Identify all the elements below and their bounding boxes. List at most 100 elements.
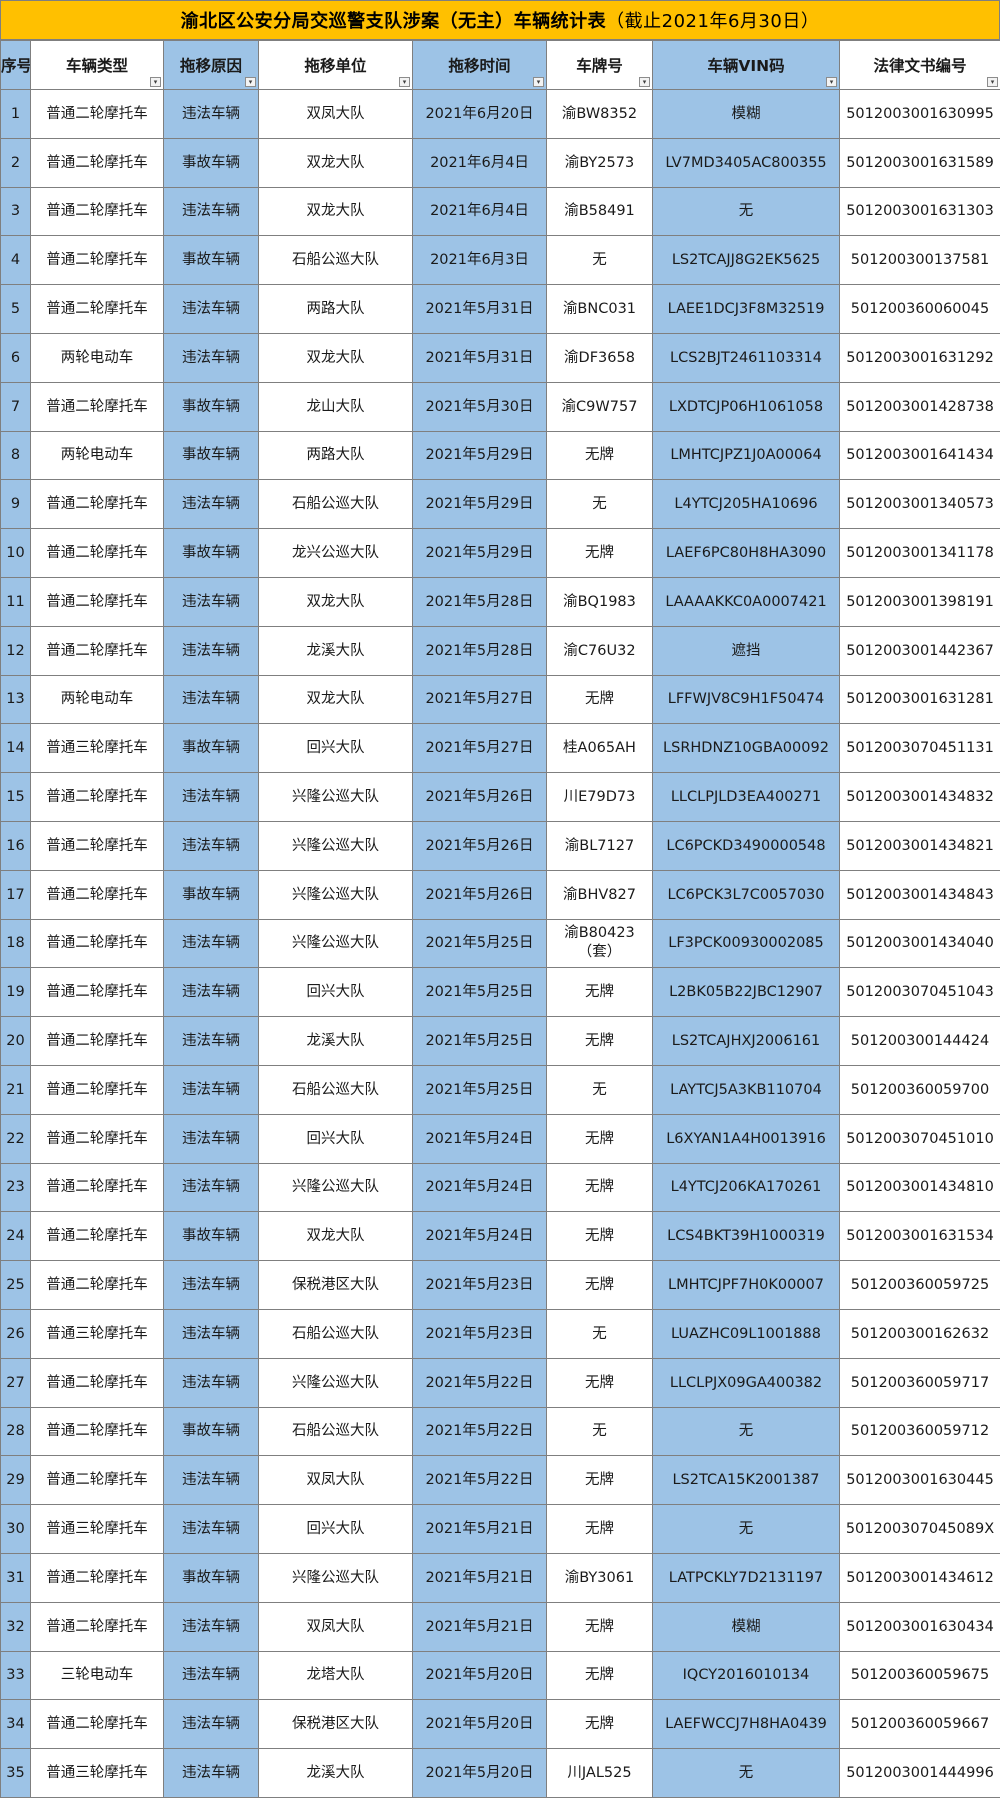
cell-vehicle-type[interactable]: 普通三轮摩托车 (31, 1309, 164, 1358)
cell-index[interactable]: 11 (1, 577, 31, 626)
cell-vin[interactable]: L6XYAN1A4H0013916 (653, 1114, 840, 1163)
cell-vin[interactable]: 无 (653, 1407, 840, 1456)
cell-vin[interactable]: L4YTCJ205HA10696 (653, 480, 840, 529)
cell-plate[interactable]: 川E79D73 (547, 773, 653, 822)
cell-tow-reason[interactable]: 事故车辆 (164, 138, 259, 187)
cell-tow-reason[interactable]: 违法车辆 (164, 1017, 259, 1066)
cell-vehicle-type[interactable]: 两轮电动车 (31, 431, 164, 480)
cell-tow-unit[interactable]: 双龙大队 (259, 187, 413, 236)
cell-vehicle-type[interactable]: 普通二轮摩托车 (31, 285, 164, 334)
cell-tow-unit[interactable]: 石船公巡大队 (259, 1407, 413, 1456)
filter-dropdown-icon[interactable]: ▾ (150, 77, 161, 87)
cell-tow-unit[interactable]: 龙塔大队 (259, 1651, 413, 1700)
cell-tow-reason[interactable]: 违法车辆 (164, 285, 259, 334)
cell-doc-number[interactable]: 5012003001434810 (840, 1163, 1000, 1212)
cell-vin[interactable]: LAYTCJ5A3KB110704 (653, 1065, 840, 1114)
cell-plate[interactable]: 无 (547, 1309, 653, 1358)
cell-tow-unit[interactable]: 两路大队 (259, 431, 413, 480)
cell-tow-date[interactable]: 2021年5月21日 (413, 1602, 547, 1651)
cell-tow-date[interactable]: 2021年5月26日 (413, 773, 547, 822)
cell-tow-reason[interactable]: 违法车辆 (164, 626, 259, 675)
cell-doc-number[interactable]: 5012003070451010 (840, 1114, 1000, 1163)
cell-index[interactable]: 12 (1, 626, 31, 675)
cell-doc-number[interactable]: 5012003001641434 (840, 431, 1000, 480)
cell-doc-number[interactable]: 5012003001444996 (840, 1749, 1000, 1798)
cell-doc-number[interactable]: 501200307045089X (840, 1505, 1000, 1554)
cell-plate[interactable]: 无 (547, 1065, 653, 1114)
cell-tow-unit[interactable]: 兴隆公巡大队 (259, 870, 413, 919)
cell-doc-number[interactable]: 5012003001631303 (840, 187, 1000, 236)
cell-doc-number[interactable]: 501200300162632 (840, 1309, 1000, 1358)
cell-vehicle-type[interactable]: 普通二轮摩托车 (31, 1602, 164, 1651)
cell-tow-reason[interactable]: 违法车辆 (164, 480, 259, 529)
cell-tow-reason[interactable]: 违法车辆 (164, 333, 259, 382)
cell-vin[interactable]: LAEF6PC80H8HA3090 (653, 529, 840, 578)
cell-tow-unit[interactable]: 双龙大队 (259, 675, 413, 724)
cell-vin[interactable]: L4YTCJ206KA170261 (653, 1163, 840, 1212)
cell-vehicle-type[interactable]: 普通二轮摩托车 (31, 1065, 164, 1114)
cell-tow-date[interactable]: 2021年6月4日 (413, 138, 547, 187)
cell-vin[interactable]: 模糊 (653, 90, 840, 139)
cell-index[interactable]: 10 (1, 529, 31, 578)
cell-tow-reason[interactable]: 违法车辆 (164, 187, 259, 236)
cell-vehicle-type[interactable]: 普通二轮摩托车 (31, 1700, 164, 1749)
cell-doc-number[interactable]: 5012003001434612 (840, 1553, 1000, 1602)
cell-vin[interactable]: IQCY2016010134 (653, 1651, 840, 1700)
cell-tow-reason[interactable]: 违法车辆 (164, 1261, 259, 1310)
cell-doc-number[interactable]: 5012003001398191 (840, 577, 1000, 626)
cell-tow-unit[interactable]: 双龙大队 (259, 577, 413, 626)
cell-tow-date[interactable]: 2021年5月23日 (413, 1309, 547, 1358)
cell-tow-reason[interactable]: 违法车辆 (164, 675, 259, 724)
cell-plate[interactable]: 渝BY3061 (547, 1553, 653, 1602)
cell-vin[interactable]: LCS2BJT2461103314 (653, 333, 840, 382)
cell-vehicle-type[interactable]: 普通二轮摩托车 (31, 821, 164, 870)
cell-plate[interactable]: 无牌 (547, 1358, 653, 1407)
cell-vehicle-type[interactable]: 普通二轮摩托车 (31, 968, 164, 1017)
cell-plate[interactable]: 渝C9W757 (547, 382, 653, 431)
cell-vin[interactable]: LCS4BKT39H1000319 (653, 1212, 840, 1261)
cell-index[interactable]: 32 (1, 1602, 31, 1651)
filter-dropdown-icon[interactable]: ▾ (826, 77, 837, 87)
cell-tow-reason[interactable]: 违法车辆 (164, 1163, 259, 1212)
cell-vehicle-type[interactable]: 普通二轮摩托车 (31, 1407, 164, 1456)
cell-tow-unit[interactable]: 龙兴公巡大队 (259, 529, 413, 578)
cell-doc-number[interactable]: 501200300144424 (840, 1017, 1000, 1066)
cell-tow-unit[interactable]: 兴隆公巡大队 (259, 821, 413, 870)
cell-plate[interactable]: 渝B58491 (547, 187, 653, 236)
cell-index[interactable]: 20 (1, 1017, 31, 1066)
cell-plate[interactable]: 渝BQ1983 (547, 577, 653, 626)
cell-tow-reason[interactable]: 违法车辆 (164, 1309, 259, 1358)
cell-tow-date[interactable]: 2021年5月26日 (413, 870, 547, 919)
cell-vehicle-type[interactable]: 普通二轮摩托车 (31, 577, 164, 626)
cell-tow-date[interactable]: 2021年5月21日 (413, 1553, 547, 1602)
cell-plate[interactable]: 渝BY2573 (547, 138, 653, 187)
cell-plate[interactable]: 渝BHV827 (547, 870, 653, 919)
cell-tow-reason[interactable]: 事故车辆 (164, 1212, 259, 1261)
cell-vin[interactable]: LF3PCK00930002085 (653, 919, 840, 968)
cell-vehicle-type[interactable]: 普通三轮摩托车 (31, 724, 164, 773)
cell-tow-unit[interactable]: 双龙大队 (259, 1212, 413, 1261)
cell-plate[interactable]: 无牌 (547, 1114, 653, 1163)
cell-tow-unit[interactable]: 兴隆公巡大队 (259, 1358, 413, 1407)
cell-index[interactable]: 28 (1, 1407, 31, 1456)
cell-plate[interactable]: 无牌 (547, 1212, 653, 1261)
cell-tow-reason[interactable]: 事故车辆 (164, 724, 259, 773)
cell-tow-date[interactable]: 2021年5月22日 (413, 1407, 547, 1456)
cell-doc-number[interactable]: 501200360059717 (840, 1358, 1000, 1407)
filter-dropdown-icon[interactable]: ▾ (533, 77, 544, 87)
cell-tow-date[interactable]: 2021年5月26日 (413, 821, 547, 870)
cell-tow-date[interactable]: 2021年5月28日 (413, 577, 547, 626)
cell-tow-reason[interactable]: 事故车辆 (164, 236, 259, 285)
cell-vin[interactable]: 遮挡 (653, 626, 840, 675)
cell-tow-date[interactable]: 2021年5月20日 (413, 1700, 547, 1749)
cell-vehicle-type[interactable]: 普通二轮摩托车 (31, 1553, 164, 1602)
cell-index[interactable]: 4 (1, 236, 31, 285)
cell-index[interactable]: 5 (1, 285, 31, 334)
cell-vehicle-type[interactable]: 普通二轮摩托车 (31, 773, 164, 822)
cell-plate[interactable]: 无牌 (547, 1017, 653, 1066)
cell-doc-number[interactable]: 501200360059700 (840, 1065, 1000, 1114)
cell-plate[interactable]: 无牌 (547, 1163, 653, 1212)
cell-vehicle-type[interactable]: 普通二轮摩托车 (31, 626, 164, 675)
cell-tow-date[interactable]: 2021年5月24日 (413, 1114, 547, 1163)
cell-plate[interactable]: 无牌 (547, 1456, 653, 1505)
